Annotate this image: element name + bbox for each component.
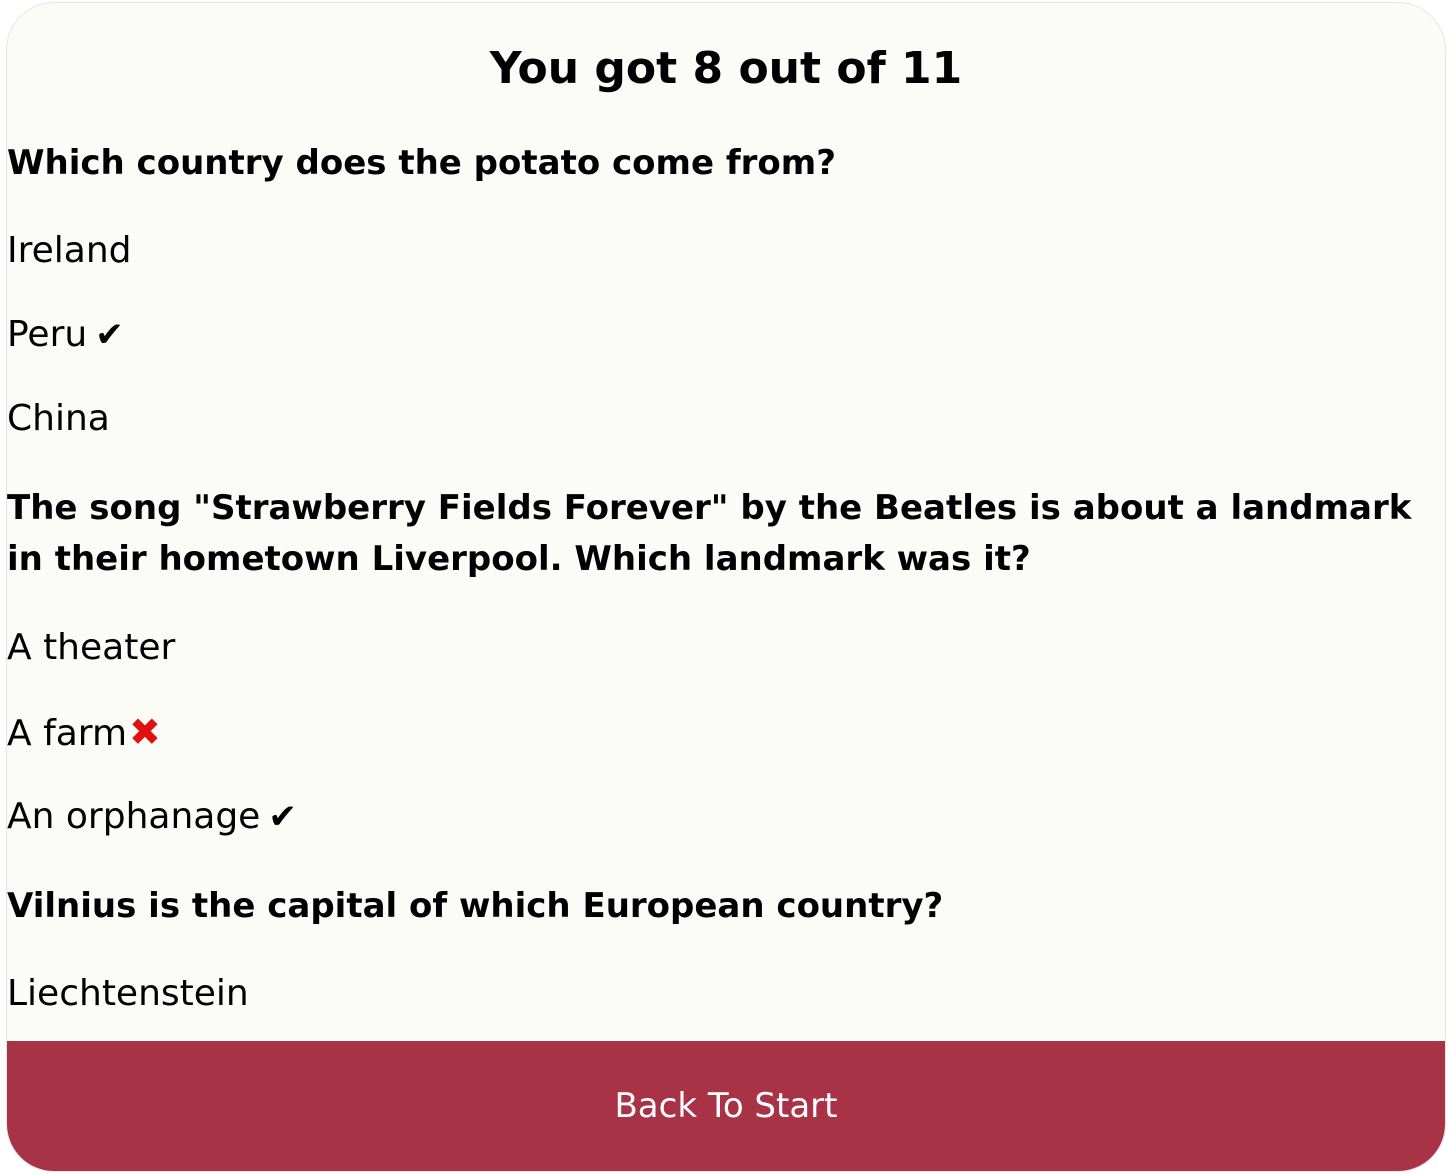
- answer-option: Ireland: [7, 227, 132, 275]
- answer-label: Ireland: [7, 230, 132, 271]
- answer-label: A theater: [7, 627, 176, 668]
- question-3: Vilnius is the capital of which European…: [7, 886, 944, 926]
- score-heading: You got 8 out of 11: [489, 43, 963, 94]
- answer-label: Peru: [7, 314, 88, 355]
- answer-option: Liechtenstein: [7, 970, 249, 1018]
- answer-option: China: [7, 395, 110, 443]
- question-2: The song "Strawberry Fields Forever" by …: [7, 488, 1412, 579]
- answer-label: A farm: [7, 713, 128, 754]
- answer-label: China: [7, 398, 110, 439]
- answer-option: An orphanage ✔: [7, 793, 297, 841]
- checkmark-icon: ✔: [268, 797, 297, 837]
- results-list: You got 8 out of 11 Which country does t…: [7, 3, 1445, 1041]
- answer-option: A theater: [7, 624, 175, 672]
- results-card: You got 8 out of 11 Which country does t…: [6, 2, 1446, 1172]
- answer-option: A farm✖: [7, 708, 161, 758]
- answer-option: Peru ✔: [7, 311, 124, 359]
- answer-label: Liechtenstein: [7, 973, 249, 1014]
- answer-label: An orphanage: [7, 796, 261, 837]
- back-to-start-button[interactable]: Back To Start: [7, 1041, 1445, 1171]
- cross-mark-icon: ✖: [129, 710, 161, 754]
- question-1: Which country does the potato come from?: [7, 143, 836, 183]
- checkmark-icon: ✔: [95, 315, 124, 355]
